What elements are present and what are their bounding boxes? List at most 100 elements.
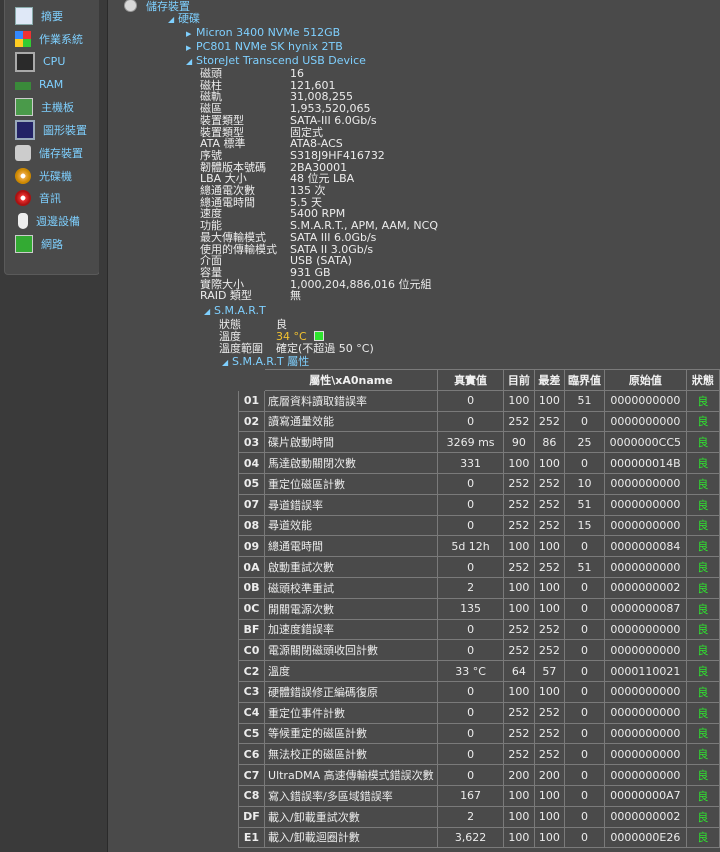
attribute-name: 碟片啟動時間: [264, 431, 438, 454]
table-row[interactable]: E1 載入/卸載迴圈計數 3,622 100 100 0 0000000E26 良: [237, 826, 720, 849]
attribute-name: UltraDMA 高速傳輸模式錯誤次數: [264, 764, 438, 786]
sidebar-item-label: 光碟機: [39, 169, 72, 183]
table-row[interactable]: C6 無法校正的磁區計數 0 252 252 0 0000000000 良: [237, 743, 720, 766]
column-header-current[interactable]: 目前: [503, 369, 535, 391]
column-header-status[interactable]: 狀態: [685, 369, 720, 391]
sidebar-item-5[interactable]: 圖形裝置: [15, 120, 87, 140]
sidebar-item-0[interactable]: 摘要: [15, 6, 63, 26]
expand-arrow-icon[interactable]: ◢: [168, 13, 178, 26]
table-row[interactable]: C2 溫度 33 °C 64 57 0 0000110021 良: [237, 660, 720, 682]
current-value: 252: [503, 493, 535, 516]
smart-label: S.M.A.R.T: [214, 304, 266, 317]
real-value: 2: [436, 576, 505, 599]
sidebar-item-label: 主機板: [41, 101, 74, 115]
table-row[interactable]: 0B 磁頭校準重試 2 100 100 0 0000000002 良: [237, 576, 720, 599]
expand-arrow-icon[interactable]: ◢: [204, 305, 214, 318]
raw-value: 0000000000: [604, 743, 687, 766]
table-row[interactable]: 02 讀寫通量效能 0 252 252 0 0000000000 良: [237, 410, 720, 433]
detail-key: RAID 類型: [200, 289, 252, 303]
table-row[interactable]: 03 碟片啟動時間 3269 ms 90 86 25 0000000CC5 良: [237, 431, 720, 454]
status-value: 良: [685, 514, 720, 537]
status-value: 良: [685, 576, 720, 599]
column-header-raw[interactable]: 原始值: [604, 369, 687, 391]
drive-node[interactable]: ◢ StoreJet Transcend USB Device: [186, 54, 366, 68]
status-value: 良: [685, 597, 720, 620]
worst-value: 252: [533, 493, 566, 516]
detail-value: 無: [290, 289, 301, 303]
sidebar-item-3[interactable]: RAM: [15, 74, 63, 94]
threshold-value: 0: [564, 597, 606, 620]
attribute-name: 載入/卸載重試次數: [264, 805, 438, 828]
table-row[interactable]: 05 重定位磁區計數 0 252 252 10 0000000000 良: [237, 472, 720, 495]
drive-node[interactable]: ▶ Micron 3400 NVMe 512GB: [186, 26, 340, 41]
expand-arrow-icon[interactable]: ◢: [186, 55, 196, 68]
sidebar-item-7[interactable]: 光碟機: [15, 166, 72, 186]
raw-value: 0000000000: [604, 410, 687, 433]
tree-node-hdd[interactable]: ◢ 硬碟: [168, 12, 200, 26]
real-value: 0: [436, 743, 505, 766]
table-row[interactable]: 01 底層資料讀取錯誤率 0 100 100 51 0000000000 良: [237, 389, 720, 412]
table-row[interactable]: 0C 開關電源次數 135 100 100 0 0000000087 良: [237, 597, 720, 620]
tree-node-smart-attributes[interactable]: ◢ S.M.A.R.T 屬性: [222, 355, 309, 369]
table-row[interactable]: 08 尋道效能 0 252 252 15 0000000000 良: [237, 514, 720, 537]
attribute-id: C8: [237, 784, 266, 807]
status-value: 良: [685, 410, 720, 433]
drive-node[interactable]: ▶ PC801 NVMe SK hynix 2TB: [186, 40, 343, 55]
attribute-id: C3: [237, 680, 266, 703]
table-row[interactable]: 07 尋道錯誤率 0 252 252 51 0000000000 良: [237, 493, 720, 516]
table-row[interactable]: C3 硬體錯誤修正編碼復原 0 100 100 0 0000000000 良: [237, 680, 720, 703]
sidebar-item-8[interactable]: 音訊: [15, 188, 61, 208]
threshold-value: 51: [564, 493, 606, 516]
motherboard-icon: [15, 98, 33, 117]
tree-node-hdd-label: 硬碟: [178, 12, 200, 25]
expand-arrow-icon[interactable]: ◢: [222, 356, 232, 369]
sidebar-item-6[interactable]: 儲存裝置: [15, 143, 83, 163]
detail-key: 裝置類型: [200, 113, 244, 127]
sidebar-item-2[interactable]: CPU: [15, 51, 65, 72]
raw-value: 0000000000: [604, 639, 687, 662]
sidebar-item-9[interactable]: 週邊設備: [15, 211, 80, 231]
detail-value: SATA III 6.0Gb/s: [290, 230, 377, 244]
attribute-id: 0A: [237, 556, 266, 578]
table-row[interactable]: C8 寫入錯誤率/多區域錯誤率 167 100 100 0 00000000A7 良: [237, 784, 720, 807]
current-value: 252: [503, 639, 535, 662]
column-header-worst[interactable]: 最差: [533, 369, 566, 391]
table-row[interactable]: C7 UltraDMA 高速傳輸模式錯誤次數 0 200 200 0 0000000000 良: [237, 764, 720, 786]
sidebar: 摘要作業系統 CPU RAM 主機板圖形裝置儲存裝置光碟機音訊週邊設備網路: [4, 0, 100, 275]
table-row[interactable]: BF 加速度錯誤率 0 252 252 0 0000000000 良: [237, 618, 720, 641]
table-row[interactable]: DF 載入/卸載重試次數 2 100 100 0 0000000002 良: [237, 805, 720, 828]
threshold-value: 0: [564, 805, 606, 828]
sidebar-item-10[interactable]: 網路: [15, 234, 63, 254]
sidebar-item-4[interactable]: 主機板: [15, 97, 74, 117]
attribute-id: C4: [237, 701, 266, 724]
raw-value: 0000000000: [604, 618, 687, 641]
status-value: 良: [685, 431, 720, 454]
column-header-attribute[interactable]: 屬性\xA0name: [264, 369, 438, 391]
column-header-threshold[interactable]: 臨界值: [564, 369, 606, 391]
table-row[interactable]: C5 等候重定的磁區計數 0 252 252 0 0000000000 良: [237, 722, 720, 745]
drive-label: Micron 3400 NVMe 512GB: [196, 26, 341, 39]
table-row[interactable]: C0 電源關閉磁頭收回計數 0 252 252 0 0000000000 良: [237, 639, 720, 662]
current-value: 100: [503, 576, 535, 599]
worst-value: 57: [533, 660, 566, 682]
table-row[interactable]: 04 馬達啟動關閉次數 331 100 100 0 000000014B 良: [237, 452, 720, 474]
column-header-real-value[interactable]: 真實值: [436, 369, 505, 391]
splitter[interactable]: [99, 0, 107, 852]
threshold-value: 0: [564, 639, 606, 662]
attribute-name: 無法校正的磁區計數: [264, 743, 438, 766]
attribute-id: 01: [237, 389, 266, 412]
real-value: 0: [436, 389, 505, 412]
attribute-id: 0C: [237, 597, 266, 620]
worst-value: 252: [533, 514, 566, 537]
sidebar-item-1[interactable]: 作業系統: [15, 29, 83, 49]
attribute-name: 總通電時間: [264, 535, 438, 558]
raw-value: 0000000000: [604, 472, 687, 495]
threshold-value: 0: [564, 660, 606, 682]
raw-value: 0000110021: [604, 660, 687, 682]
status-value: 良: [685, 784, 720, 807]
table-row[interactable]: 09 總通電時間 5d 12h 100 100 0 0000000084 良: [237, 535, 720, 558]
table-row[interactable]: C4 重定位事件計數 0 252 252 0 0000000000 良: [237, 701, 720, 724]
table-row[interactable]: 0A 啟動重試次數 0 252 252 51 0000000000 良: [237, 556, 720, 578]
tree-node-smart[interactable]: ◢ S.M.A.R.T: [204, 304, 266, 318]
status-value: 良: [685, 535, 720, 558]
